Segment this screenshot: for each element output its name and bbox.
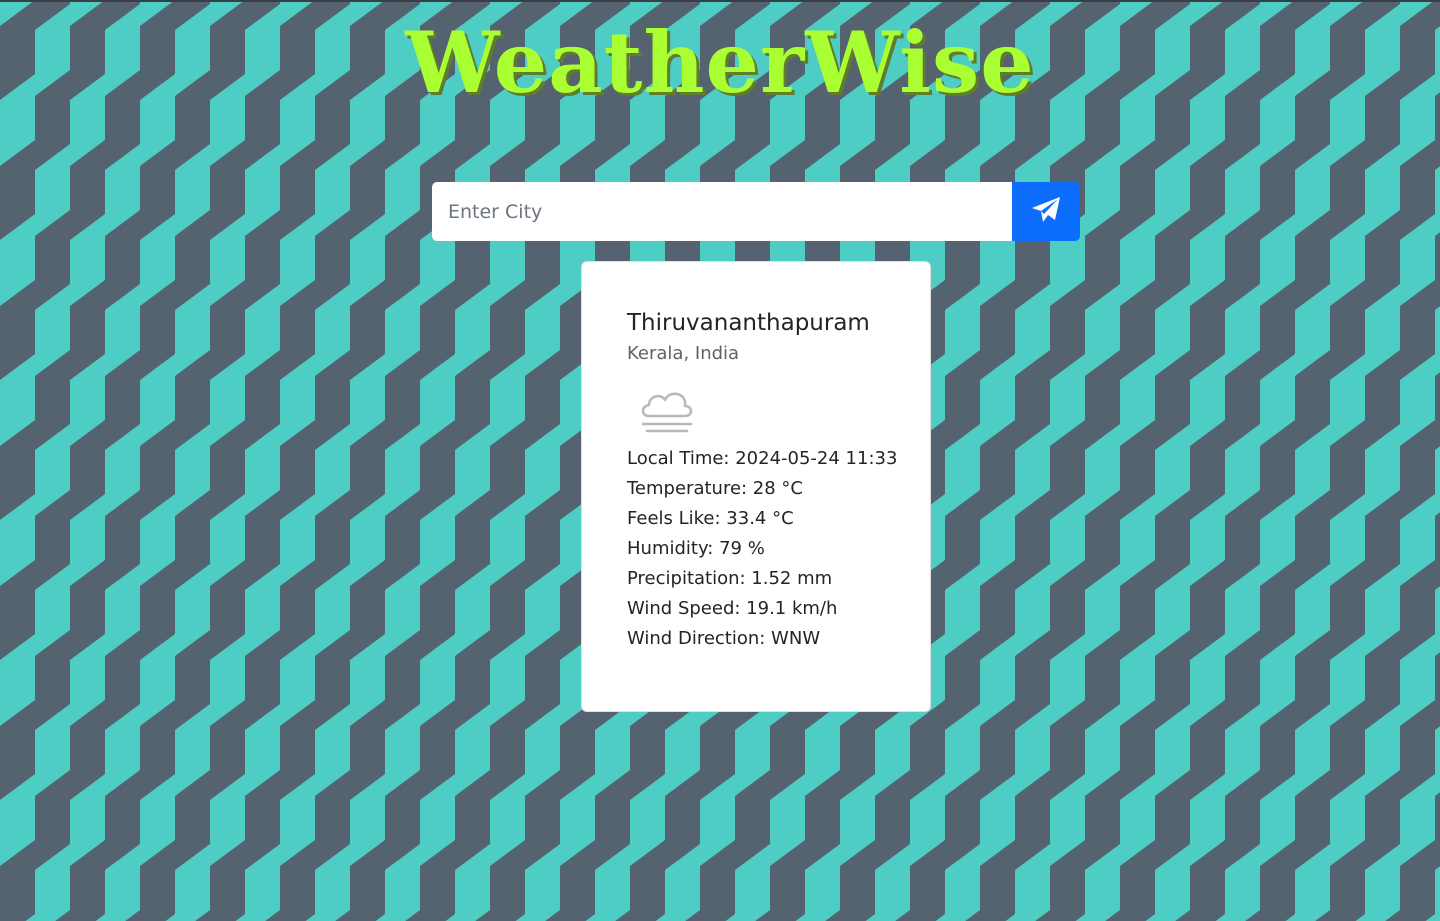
top-border [0,0,1440,2]
weather-card: Thiruvananthapuram Kerala, India Local T… [581,261,931,712]
humidity: Humidity: 79 % [627,538,765,559]
city-search-input[interactable] [432,182,1012,241]
wind-speed: Wind Speed: 19.1 km/h [627,598,838,619]
cloud-fog-icon [635,380,699,444]
paper-plane-icon [1030,195,1062,228]
precipitation: Precipitation: 1.52 mm [627,568,833,589]
feels-like: Feels Like: 33.4 °C [627,508,794,529]
weather-details: Local Time: 2024-05-24 11:33 Temperature… [627,444,910,654]
region-label: Kerala, India [627,343,740,364]
wind-direction: Wind Direction: WNW [627,628,821,649]
search-bar [432,182,1080,241]
temperature: Temperature: 28 °C [627,478,804,499]
app-title: WeatherWise [405,13,1035,112]
local-time: Local Time: 2024-05-24 11:33 [627,448,898,469]
search-submit-button[interactable] [1012,182,1080,241]
city-name: Thiruvananthapuram [627,310,870,336]
